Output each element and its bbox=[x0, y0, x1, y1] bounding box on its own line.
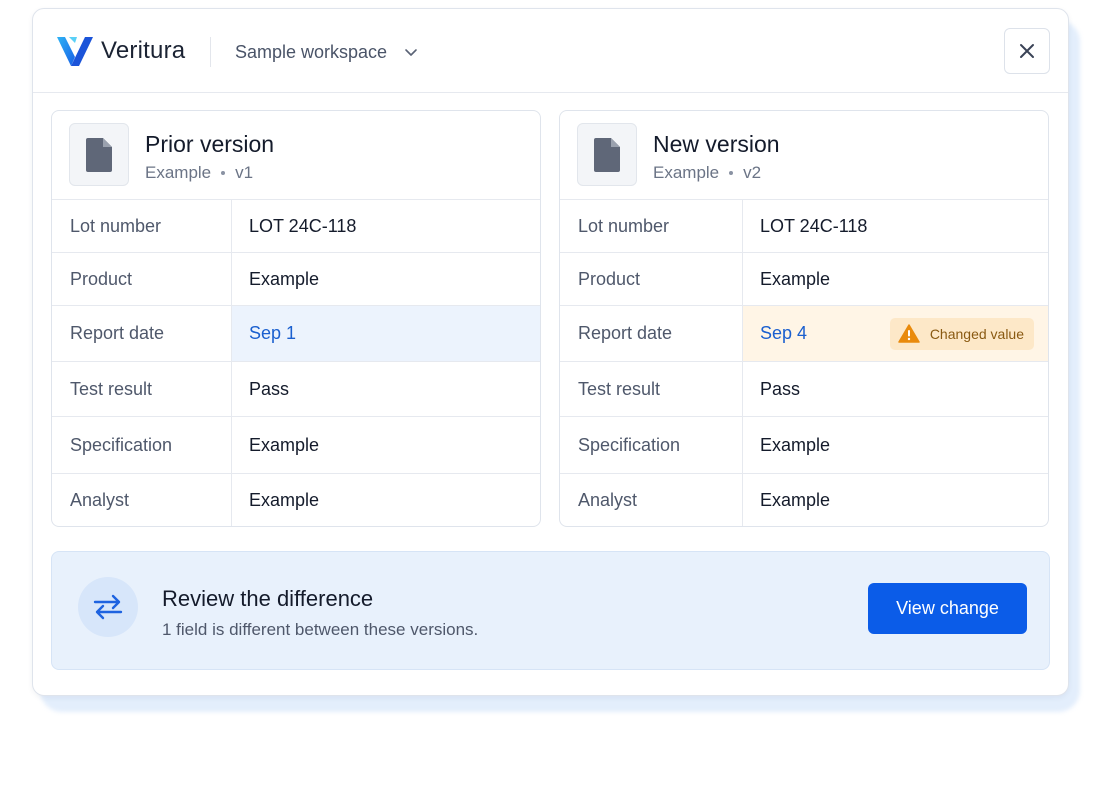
table-row: Lot number LOT 24C-118 bbox=[52, 200, 540, 253]
compare-versions-dialog: Veritura Sample workspace Prior version bbox=[32, 8, 1069, 696]
field-value: Pass bbox=[249, 378, 290, 399]
warning-icon bbox=[898, 324, 920, 343]
review-difference-banner: Review the difference 1 field is differe… bbox=[51, 551, 1050, 670]
field-value: Example bbox=[760, 489, 831, 510]
field-value: Example bbox=[249, 268, 320, 289]
view-change-button[interactable]: View change bbox=[868, 583, 1027, 634]
table-row: Specification Example bbox=[52, 417, 540, 474]
field-label: Specification bbox=[560, 417, 743, 473]
new-version-header: New version Example v2 bbox=[560, 111, 1048, 200]
panel-subtitle: Example v1 bbox=[145, 163, 253, 183]
panel-subtitle: Example v2 bbox=[653, 163, 761, 183]
field-label: Lot number bbox=[560, 200, 743, 252]
table-row-changed: Report date Sep 4 Changed value bbox=[560, 306, 1048, 362]
field-label: Specification bbox=[52, 417, 232, 473]
field-value-highlighted: Sep 1 bbox=[232, 306, 540, 361]
field-label: Lot number bbox=[52, 200, 232, 252]
separator-dot bbox=[221, 171, 226, 175]
field-value: Example bbox=[249, 489, 320, 510]
dialog-header: Veritura Sample workspace bbox=[33, 9, 1068, 93]
table-row: Specification Example bbox=[560, 417, 1048, 474]
brand-name: Veritura bbox=[101, 37, 186, 64]
header-divider bbox=[210, 37, 211, 67]
field-label: Product bbox=[52, 253, 232, 305]
field-value: LOT 24C-118 bbox=[760, 215, 868, 236]
field-label: Analyst bbox=[560, 474, 743, 526]
document-tile bbox=[577, 123, 637, 186]
chevron-down-icon bbox=[405, 49, 417, 56]
table-row: Product Example bbox=[52, 253, 540, 306]
document-tile bbox=[69, 123, 129, 186]
close-icon bbox=[1020, 44, 1034, 58]
field-label: Report date bbox=[52, 306, 232, 361]
field-value: Example bbox=[249, 434, 320, 455]
prior-version-panel: Prior version Example v1 Lot number LOT … bbox=[51, 110, 541, 527]
document-name: Example bbox=[653, 163, 720, 182]
veritura-logo-icon bbox=[57, 37, 93, 66]
panel-title: Prior version bbox=[145, 131, 275, 157]
table-row: Test result Pass bbox=[560, 362, 1048, 417]
field-value: Example bbox=[760, 268, 831, 289]
review-description: 1 field is different between these versi… bbox=[162, 620, 479, 639]
document-name: Example bbox=[145, 163, 212, 182]
new-fields-table: Lot number LOT 24C-118 Product Example R… bbox=[560, 200, 1048, 526]
field-label: Report date bbox=[560, 306, 743, 361]
version-label: v1 bbox=[235, 163, 254, 182]
field-label: Analyst bbox=[52, 474, 232, 526]
new-version-panel: New version Example v2 Lot number LOT 24… bbox=[559, 110, 1049, 527]
version-label: v2 bbox=[743, 163, 762, 182]
field-label: Test result bbox=[560, 362, 743, 416]
changed-badge-label: Changed value bbox=[929, 325, 1024, 342]
workspace-label: Sample workspace bbox=[235, 41, 388, 62]
table-row: Report date Sep 1 bbox=[52, 306, 540, 362]
panel-title: New version bbox=[653, 131, 780, 157]
field-value-changed: Sep 4 Changed value bbox=[743, 306, 1048, 361]
swap-arrows-icon bbox=[93, 594, 123, 620]
prior-version-header: Prior version Example v1 bbox=[52, 111, 540, 200]
close-button[interactable] bbox=[1004, 28, 1050, 74]
swap-icon-circle bbox=[78, 577, 138, 637]
table-row: Product Example bbox=[560, 253, 1048, 306]
field-value: LOT 24C-118 bbox=[249, 215, 357, 236]
field-label: Test result bbox=[52, 362, 232, 416]
document-icon bbox=[86, 137, 112, 172]
review-title: Review the difference bbox=[162, 586, 374, 611]
workspace-selector[interactable]: Sample workspace bbox=[235, 39, 419, 65]
field-value: Example bbox=[760, 434, 831, 455]
table-row: Analyst Example bbox=[52, 474, 540, 526]
table-row: Test result Pass bbox=[52, 362, 540, 417]
changed-value-text: Sep 4 bbox=[760, 323, 808, 343]
changed-value-badge: Changed value bbox=[889, 317, 1034, 350]
prior-fields-table: Lot number LOT 24C-118 Product Example R… bbox=[52, 200, 540, 526]
table-row: Lot number LOT 24C-118 bbox=[560, 200, 1048, 253]
separator-dot bbox=[729, 171, 734, 175]
field-value: Pass bbox=[760, 378, 801, 399]
document-icon bbox=[594, 137, 620, 172]
table-row: Analyst Example bbox=[560, 474, 1048, 526]
field-label: Product bbox=[560, 253, 743, 305]
